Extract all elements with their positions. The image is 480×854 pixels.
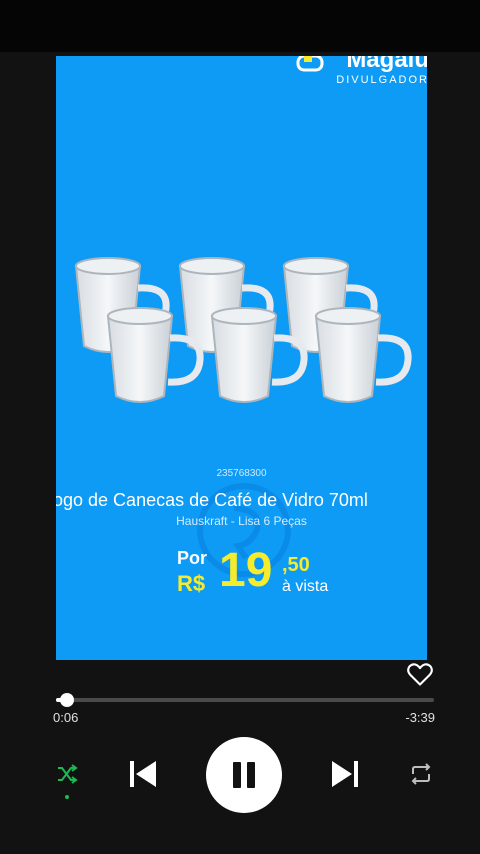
brand-subtitle: DIVULGADOR <box>336 74 427 86</box>
time-remaining: -3:39 <box>405 710 435 725</box>
brand-block: Magalu DIVULGADOR <box>296 56 427 87</box>
time-elapsed: 0:06 <box>53 710 79 725</box>
pause-icon <box>233 762 255 788</box>
brand-name: Magalu <box>346 56 427 73</box>
repeat-icon[interactable] <box>408 763 434 785</box>
pause-button[interactable] <box>206 737 282 813</box>
price-currency: R$ <box>177 571 206 596</box>
like-heart-icon[interactable] <box>406 660 434 688</box>
price-cents: ,50 <box>282 554 310 576</box>
next-track-icon[interactable] <box>330 758 360 790</box>
brand-logo-icon <box>296 56 324 72</box>
shuffle-active-dot <box>65 795 69 799</box>
price-note: à vista <box>282 578 329 595</box>
product-subtitle: Hauskraft - Lisa 6 Peças <box>176 514 307 528</box>
price-integer: 19 <box>219 544 273 597</box>
product-image-mugs <box>74 257 412 403</box>
mug-front-3 <box>314 307 412 403</box>
status-bar <box>0 0 480 52</box>
shuffle-icon[interactable] <box>56 763 78 785</box>
product-title: Jogo de Canecas de Café de Vidro 70ml <box>56 490 368 510</box>
album-artwork: Magalu DIVULGADOR 235768300 Jogo de Cane… <box>56 56 427 660</box>
playback-progress-bar[interactable] <box>56 693 434 707</box>
product-sku: 235768300 <box>216 468 267 479</box>
price-prefix: Por <box>177 548 208 568</box>
previous-track-icon[interactable] <box>128 758 158 790</box>
